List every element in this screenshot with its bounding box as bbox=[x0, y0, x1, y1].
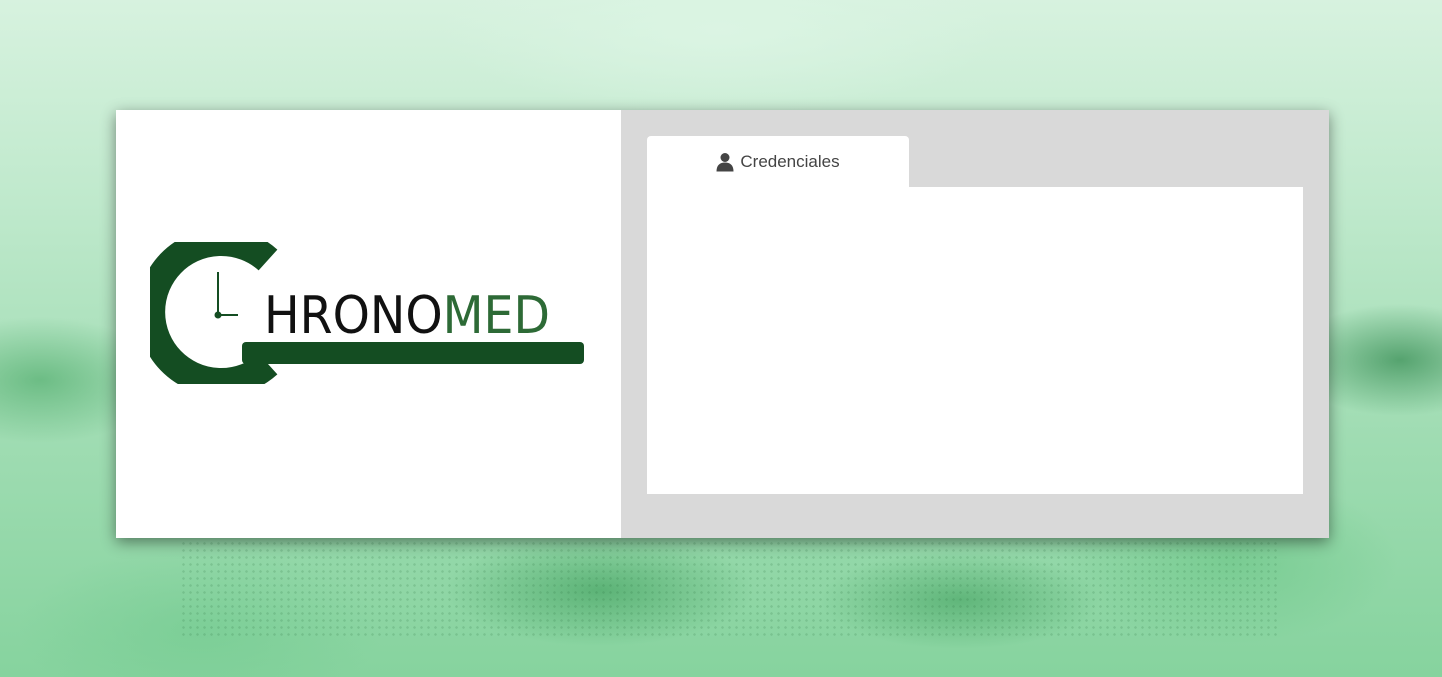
tab-label: Credenciales bbox=[740, 151, 840, 171]
tab-content-panel bbox=[647, 187, 1303, 494]
tab-credenciales[interactable]: Credenciales bbox=[647, 136, 909, 187]
login-card: HRONOMED Credenciales bbox=[116, 110, 1329, 538]
brand-panel: HRONOMED bbox=[116, 110, 621, 538]
chronomed-logo: HRONOMED bbox=[150, 242, 584, 384]
logo-text-light: MED bbox=[443, 286, 550, 346]
login-panel: Credenciales bbox=[621, 110, 1329, 538]
logo-wordmark: HRONOMED bbox=[264, 286, 550, 346]
logo-text-dark: HRONO bbox=[264, 286, 443, 346]
background-texture bbox=[180, 540, 1280, 640]
clock-hands-icon bbox=[214, 272, 238, 319]
user-icon bbox=[716, 152, 734, 171]
